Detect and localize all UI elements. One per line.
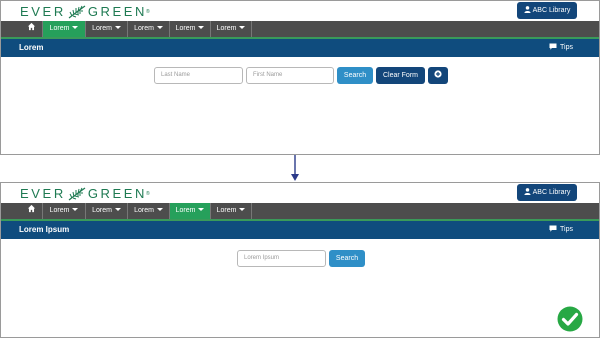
search-button[interactable]: Search — [329, 250, 365, 267]
caret-down-icon — [198, 208, 205, 211]
nav-menu-1[interactable]: Lorem — [43, 21, 86, 37]
caret-down-icon — [156, 26, 163, 29]
nav-menu-3[interactable]: Lorem — [128, 203, 170, 219]
trademark-mark: ® — [146, 191, 150, 197]
main-nav: Lorem Lorem Lorem Lorem Lorem — [1, 203, 599, 221]
page-title: Lorem — [19, 43, 44, 52]
caret-down-icon — [156, 208, 163, 211]
first-name-input[interactable]: First Name — [246, 67, 334, 84]
nav-menu-label: Lorem — [216, 207, 237, 214]
home-icon — [27, 22, 36, 31]
fern-leaf-icon — [68, 187, 86, 201]
nav-menu-label: Lorem — [175, 25, 196, 32]
library-button[interactable]: ABC Library — [517, 184, 577, 201]
fern-leaf-icon — [68, 5, 86, 19]
trademark-mark: ® — [146, 9, 150, 15]
logo-text-green: GREEN — [87, 4, 148, 19]
caret-down-icon — [198, 26, 205, 29]
library-button-label: ABC Library — [532, 189, 571, 196]
nav-menu-label: Lorem — [216, 25, 237, 32]
tips-label: Tips — [560, 44, 573, 51]
clear-form-button[interactable]: Clear Form — [376, 67, 425, 84]
nav-menu-label: Lorem — [92, 25, 112, 32]
person-icon — [524, 188, 531, 195]
caret-down-icon — [239, 26, 246, 29]
nav-menu-label: Lorem — [92, 207, 112, 214]
library-button-label: ABC Library — [532, 7, 571, 14]
page-title-bar: Lorem Tips — [1, 39, 599, 57]
nav-menu-5[interactable]: Lorem — [211, 21, 252, 37]
nav-home[interactable] — [21, 21, 43, 37]
tips-label: Tips — [560, 226, 573, 233]
add-search-row-button[interactable] — [428, 67, 448, 84]
chat-bubble-icon — [549, 43, 557, 50]
nav-menu-4[interactable]: Lorem — [170, 21, 211, 37]
nav-home[interactable] — [21, 203, 43, 219]
logo-text-green: GREEN — [87, 186, 148, 201]
nav-menu-label: Lorem — [49, 25, 70, 32]
caret-down-icon — [72, 208, 79, 211]
tips-link[interactable]: Tips — [549, 221, 573, 239]
logo-text-ever: EVER — [20, 4, 66, 19]
nav-menu-label: Lorem — [134, 25, 154, 32]
down-arrow-icon — [291, 155, 299, 181]
nav-menu-4[interactable]: Lorem — [170, 203, 211, 219]
home-icon — [27, 204, 36, 213]
search-input[interactable]: Lorem Ipsum — [237, 250, 326, 267]
app-header: EVER GREEN® ABC Library — [1, 1, 599, 20]
nav-menu-1[interactable]: Lorem — [43, 203, 86, 219]
person-icon — [524, 6, 531, 13]
caret-down-icon — [72, 26, 79, 29]
app-header: EVER GREEN® ABC Library — [1, 183, 599, 202]
page-title: Lorem Ipsum — [19, 225, 70, 234]
nav-menu-3[interactable]: Lorem — [128, 21, 170, 37]
library-button[interactable]: ABC Library — [517, 2, 577, 19]
page-title-bar: Lorem Ipsum Tips — [1, 221, 599, 239]
nav-menu-label: Lorem — [134, 207, 154, 214]
caret-down-icon — [114, 26, 121, 29]
caret-down-icon — [239, 208, 246, 211]
screen-before: EVER GREEN® ABC Library Lorem Lorem Lore… — [0, 0, 600, 155]
nav-menu-5[interactable]: Lorem — [211, 203, 252, 219]
nav-menu-label: Lorem — [175, 207, 196, 214]
caret-down-icon — [114, 208, 121, 211]
logo-text-ever: EVER — [20, 186, 66, 201]
evergreen-logo[interactable]: EVER GREEN® — [20, 186, 150, 202]
plus-circle-icon — [434, 70, 442, 78]
search-button[interactable]: Search — [337, 67, 373, 84]
nav-menu-label: Lorem — [49, 207, 70, 214]
check-circle-icon — [557, 306, 583, 332]
evergreen-logo[interactable]: EVER GREEN® — [20, 4, 150, 20]
main-nav: Lorem Lorem Lorem Lorem Lorem — [1, 21, 599, 39]
screen-after: EVER GREEN® ABC Library Lorem Lorem Lore… — [0, 182, 600, 338]
tips-link[interactable]: Tips — [549, 39, 573, 57]
nav-menu-2[interactable]: Lorem — [86, 203, 128, 219]
nav-menu-2[interactable]: Lorem — [86, 21, 128, 37]
last-name-input[interactable]: Last Name — [154, 67, 243, 84]
chat-bubble-icon — [549, 225, 557, 232]
